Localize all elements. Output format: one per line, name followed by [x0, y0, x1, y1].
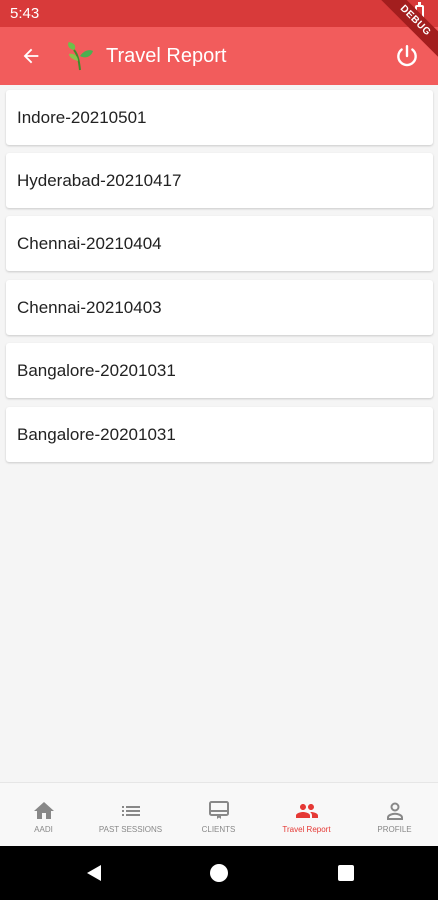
report-item[interactable]: Hyderabad-20210417 — [6, 153, 433, 208]
report-label: Bangalore-20201031 — [17, 425, 176, 444]
app-bar: Travel Report — [0, 27, 438, 85]
report-item[interactable]: Chennai-20210403 — [6, 280, 433, 335]
nav-label: Travel Report — [282, 825, 331, 834]
report-label: Chennai-20210404 — [17, 234, 162, 253]
report-label: Chennai-20210403 — [17, 298, 162, 317]
nav-item-travel-report[interactable]: Travel Report — [263, 783, 350, 847]
status-bar: 5:43 — [0, 0, 438, 27]
back-button[interactable] — [16, 41, 46, 71]
bottom-nav: AADI PAST SESSIONS CLIENTS Travel Report… — [0, 782, 438, 846]
clients-icon — [208, 801, 229, 819]
nav-item-past-sessions[interactable]: PAST SESSIONS — [87, 783, 174, 847]
people-icon — [295, 804, 318, 818]
list-icon — [121, 806, 140, 816]
nav-label: CLIENTS — [201, 825, 236, 834]
report-label: Indore-20210501 — [17, 108, 147, 127]
home-icon — [33, 802, 54, 819]
arrow-back-icon — [23, 48, 39, 64]
page-title: Travel Report — [106, 45, 227, 67]
nav-item-profile[interactable]: PROFILE — [351, 783, 438, 847]
report-item[interactable]: Chennai-20210404 — [6, 216, 433, 271]
nav-label: PAST SESSIONS — [98, 825, 163, 834]
status-time: 5:43 — [10, 5, 40, 22]
report-label: Bangalore-20201031 — [17, 361, 176, 380]
report-item[interactable]: Indore-20210501 — [6, 90, 433, 145]
system-recents-icon[interactable] — [338, 865, 354, 881]
system-nav-bar — [0, 846, 438, 900]
nav-label: PROFILE — [377, 825, 412, 834]
person-icon — [386, 802, 403, 820]
nav-item-clients[interactable]: CLIENTS — [175, 783, 262, 847]
report-item[interactable]: Bangalore-20201031 — [6, 407, 433, 462]
nav-item-aadi[interactable]: AADI — [0, 783, 87, 847]
nav-label: AADI — [34, 825, 53, 834]
report-label: Hyderabad-20210417 — [17, 171, 182, 190]
power-button[interactable] — [392, 41, 422, 71]
report-item[interactable]: Bangalore-20201031 — [6, 343, 433, 398]
leaf-logo-icon — [68, 42, 93, 71]
system-home-icon[interactable] — [210, 864, 228, 882]
system-back-icon[interactable] — [84, 864, 104, 882]
power-icon — [397, 45, 417, 67]
